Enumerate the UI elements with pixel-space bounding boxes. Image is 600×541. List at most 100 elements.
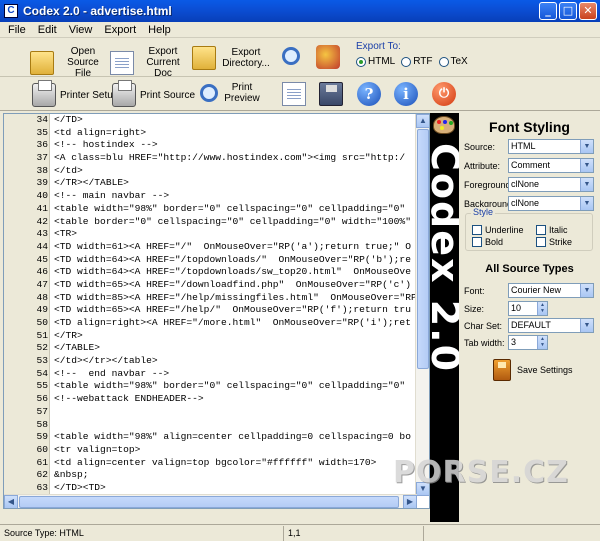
menu-edit[interactable]: Edit [32,24,63,36]
code-line[interactable]: 34 </TD> [4,114,417,127]
vertical-scroll-thumb[interactable] [417,129,429,369]
new-document-button[interactable] [282,82,306,106]
code-line[interactable]: 58 [4,419,417,432]
code-line[interactable]: 48 <TD width=85><A HREF="/help/missingfil… [4,292,417,305]
code-line[interactable]: 44 <TD width=61><A HREF="/" OnMouseOver="… [4,241,417,254]
code-line[interactable]: 35 <td align=right> [4,127,417,140]
printer-setup-button[interactable]: Printer Setup [32,80,118,107]
code-text: </TR> [54,329,83,341]
vertical-scrollbar[interactable]: ▲ ▼ [415,114,429,496]
code-line[interactable]: 46 <TD width=64><A HREF="/topdownloads/sw… [4,266,417,279]
code-line[interactable]: 41 <table width="98%" border="0" cellspac… [4,203,417,216]
scroll-up-arrow-icon[interactable]: ▲ [416,114,429,128]
print-source-button[interactable]: Print Source [112,80,195,107]
bold-checkbox[interactable]: Bold [472,237,503,247]
code-line[interactable]: 49 <TD width=65><A HREF="/help/" OnMouseO… [4,304,417,317]
chevron-down-icon[interactable]: ▼ [580,319,593,332]
charset-select[interactable]: DEFAULT ▼ [508,318,594,333]
code-line[interactable]: 51 </TR> [4,330,417,343]
save-settings-button[interactable]: Save Settings [493,359,573,381]
source-select[interactable]: HTML ▼ [508,139,594,154]
foreground-select[interactable]: clNone ▼ [508,177,594,192]
code-line[interactable]: 52 </TABLE> [4,342,417,355]
stepper-arrows-icon[interactable]: ▲ ▼ [537,302,547,315]
code-line[interactable]: 43 <TR> [4,228,417,241]
title-bar[interactable]: C Codex 2.0 - advertise.html _ □ ✕ [0,0,600,22]
code-line[interactable]: 47 <TD width=65><A HREF="/downloadfind.ph… [4,279,417,292]
code-line[interactable]: 55 <table width="98%" border="0" cellspac… [4,380,417,393]
palette-icon [433,116,455,134]
underline-checkbox[interactable]: Underline [472,225,524,235]
size-stepper[interactable]: 10 ▲ ▼ [508,301,548,316]
code-text: <TD width=65><A HREF="/downloadfind.php"… [54,278,411,290]
export-tex-radio[interactable]: TeX [438,56,468,67]
code-line[interactable]: 36 <!-- hostindex --> [4,139,417,152]
export-html-radio[interactable]: HTML [356,56,395,67]
exit-button[interactable]: ⏻ [432,82,456,106]
open-source-label: Open Source File [67,46,99,79]
attribute-select[interactable]: Comment ▼ [508,158,594,173]
export-directory-button[interactable]: Export Directory... [192,46,272,70]
print-preview-button[interactable]: Print Preview [198,82,260,104]
code-text: </td> [54,164,83,176]
strike-checkbox[interactable]: Strike [536,237,572,247]
code-text: <!-- main navbar --> [54,190,170,202]
open-source-button[interactable]: Open Source File [30,46,108,79]
code-line[interactable]: 45 <TD width=64><A HREF="/topdownloads/" … [4,254,417,267]
tools-button[interactable] [316,45,340,69]
code-line[interactable]: 54 <!-- end navbar --> [4,368,417,381]
chevron-down-icon[interactable]: ▼ [580,197,593,210]
code-lines[interactable]: 34 </TD> 35 <td align=right> 36 <!-- hostinde… [4,114,417,496]
help-button[interactable]: ? [357,82,381,106]
code-line[interactable]: 62 &nbsp; [4,469,417,482]
code-line[interactable]: 39 </TR></TABLE> [4,177,417,190]
code-line[interactable]: 42 <table border="0" cellspacing="0" cell… [4,216,417,229]
chevron-down-icon[interactable]: ▼ [580,159,593,172]
code-line[interactable]: 53 </td></tr></table> [4,355,417,368]
maximize-button[interactable]: □ [559,2,577,20]
close-button[interactable]: ✕ [579,2,597,20]
scroll-right-arrow-icon[interactable]: ▶ [403,495,417,508]
attribute-row: Attribute: Comment ▼ [464,158,594,173]
scroll-left-arrow-icon[interactable]: ◀ [4,495,18,508]
chevron-down-icon[interactable]: ▼ [580,140,593,153]
stepper-arrows-icon[interactable]: ▲ ▼ [537,336,547,349]
code-line[interactable]: 57 [4,406,417,419]
about-button[interactable]: i [394,82,418,106]
line-number: 61 [36,456,48,468]
code-editor[interactable]: 34 </TD> 35 <td align=right> 36 <!-- hostinde… [3,113,430,509]
code-line[interactable]: 61 <td align=center valign=top bgcolor="#… [4,457,417,470]
line-number: 55 [36,380,48,392]
code-line[interactable]: 40 <!-- main navbar --> [4,190,417,203]
code-line[interactable]: 38 </td> [4,165,417,178]
background-select[interactable]: clNone ▼ [508,196,594,211]
tab-width-stepper[interactable]: 3 ▲ ▼ [508,335,548,350]
search-button[interactable] [280,45,302,67]
export-rtf-radio[interactable]: RTF [401,56,433,67]
horizontal-scroll-thumb[interactable] [19,496,399,508]
code-line[interactable]: 56 <!--webattack ENDHEADER--> [4,393,417,406]
menu-view[interactable]: View [63,24,99,36]
font-select[interactable]: Courier New ▼ [508,283,594,298]
code-line[interactable]: 60 <tr valign=top> [4,444,417,457]
size-label: Size: [464,303,485,314]
chevron-down-icon[interactable]: ▼ [580,284,593,297]
printer-setup-icon [32,80,56,107]
menu-file[interactable]: File [2,24,32,36]
code-line[interactable]: 63 </TD><TD> [4,482,417,495]
save-button[interactable] [319,82,343,106]
checkbox-icon [536,225,546,235]
minimize-button[interactable]: _ [539,2,557,20]
code-text: &nbsp; [54,469,89,481]
menu-export[interactable]: Export [98,24,142,36]
code-line[interactable]: 37 <A class=blu HREF="http://www.hostinde… [4,152,417,165]
horizontal-scrollbar[interactable]: ◀ ▶ [4,494,417,508]
export-to-label: Export To: [356,41,401,52]
italic-checkbox[interactable]: Italic [536,225,568,235]
chevron-down-icon[interactable]: ▼ [580,178,593,191]
export-current-button[interactable]: Export Current Doc [110,46,188,79]
code-line[interactable]: 59 <table width="98%" align=center cellpa… [4,431,417,444]
code-line[interactable]: 50 <TD align=right><A HREF="/more.html" O… [4,317,417,330]
app-icon: C [4,4,18,18]
menu-help[interactable]: Help [142,24,177,36]
